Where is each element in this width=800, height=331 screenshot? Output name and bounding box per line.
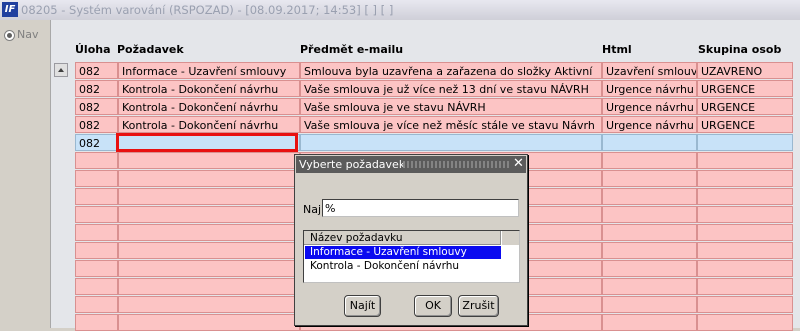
grid-cell-pozadavek[interactable] — [118, 152, 300, 169]
grid-cell-html[interactable] — [602, 188, 697, 205]
grid-cell-pozadavek[interactable] — [118, 314, 300, 331]
grid-cell-skupina[interactable] — [697, 314, 793, 331]
grid-cell-skupina[interactable] — [697, 206, 793, 223]
grid-cell-uloha[interactable]: 082 — [75, 134, 118, 151]
grid-cell-html[interactable] — [602, 170, 697, 187]
header-pozadavek: Požadavek — [117, 43, 184, 56]
grid-cell-skupina[interactable] — [697, 278, 793, 295]
grid-cell-pozadavek[interactable]: Kontrola - Dokončení návrhu — [118, 98, 300, 115]
header-predmet: Předmět e-mailu — [300, 43, 404, 56]
request-listbox[interactable]: Název požadavku Informace - Uzavření sml… — [303, 230, 520, 283]
grid-cell-uloha[interactable]: 082 — [75, 80, 118, 97]
grid-cell-pozadavek[interactable]: Kontrola - Dokončení návrhu — [118, 116, 300, 133]
grid-cell-html[interactable]: Urgence návrhu — [602, 80, 697, 97]
left-panel: Nav — [0, 20, 51, 328]
grid-cell-skupina[interactable] — [697, 170, 793, 187]
grid-cell-skupina[interactable]: URGENCE — [697, 116, 793, 133]
grid-cell-skupina[interactable] — [697, 152, 793, 169]
grid-cell-html[interactable] — [602, 296, 697, 313]
grid-cell-html[interactable]: Uzavření smlouvy — [602, 62, 697, 79]
grid-cell-predmet[interactable]: Smlouva byla uzavřena a zařazena do slož… — [300, 62, 602, 79]
select-request-dialog: Vyberte požadavek ✕ Najít Název požadavk… — [294, 154, 528, 326]
app-icon: IF — [2, 2, 18, 17]
grid-cell-skupina[interactable]: UZAVRENO — [697, 62, 793, 79]
grid-cell-pozadavek[interactable]: Kontrola - Dokončení návrhu — [118, 80, 300, 97]
grid-cell-html[interactable] — [602, 206, 697, 223]
grid-cell-predmet[interactable] — [300, 134, 602, 151]
focused-cell-highlight — [116, 133, 298, 152]
grid-cell-pozadavek[interactable] — [118, 278, 300, 295]
nav-label: Nav — [17, 28, 39, 41]
grid-cell-html[interactable] — [602, 260, 697, 277]
find-button[interactable]: Najít — [344, 295, 381, 317]
list-item-kontrola[interactable]: Kontrola - Dokončení návrhu — [305, 260, 501, 273]
grid-cell-html[interactable] — [602, 134, 697, 151]
grid-cell-html[interactable]: Urgence návrhu — [602, 98, 697, 115]
grid-cell-skupina[interactable]: URGENCE — [697, 80, 793, 97]
grid-cell-pozadavek[interactable] — [118, 260, 300, 277]
list-item-informace[interactable]: Informace - Uzavření smlouvy — [305, 246, 501, 259]
dialog-title-bar[interactable]: Vyberte požadavek ✕ — [296, 156, 526, 173]
grid-cell-skupina[interactable] — [697, 242, 793, 259]
grid-cell-uloha[interactable] — [75, 278, 118, 295]
grid-cell-uloha[interactable] — [75, 296, 118, 313]
list-header-filler — [502, 231, 519, 245]
drag-grip-icon[interactable] — [403, 161, 509, 168]
scroll-up-icon[interactable] — [54, 63, 68, 77]
dialog-title: Vyberte požadavek — [299, 158, 406, 171]
grid-cell-pozadavek[interactable] — [118, 224, 300, 241]
grid-cell-predmet[interactable]: Vaše smlouva je ve stavu NÁVRH — [300, 98, 602, 115]
grid-cell-uloha[interactable] — [75, 170, 118, 187]
grid-cell-uloha[interactable]: 082 — [75, 98, 118, 115]
grid-cell-predmet[interactable]: Vaše smlouva je více než měsíc stále ve … — [300, 116, 602, 133]
window-title: 08205 - Systém varování (RSPOZAD) - [08.… — [21, 3, 394, 17]
grid-cell-html[interactable] — [602, 224, 697, 241]
grid-cell-skupina[interactable] — [697, 224, 793, 241]
ok-button[interactable]: OK — [414, 295, 452, 317]
title-bar: IF 08205 - Systém varování (RSPOZAD) - [… — [0, 0, 800, 21]
grid-cell-skupina[interactable]: URGENCE — [697, 98, 793, 115]
header-uloha: Úloha — [75, 43, 111, 56]
grid-cell-html[interactable] — [602, 242, 697, 259]
grid-cell-uloha[interactable]: 082 — [75, 62, 118, 79]
grid-cell-skupina[interactable] — [697, 188, 793, 205]
grid-cell-uloha[interactable] — [75, 188, 118, 205]
grid-cell-html[interactable]: Urgence návrhu — [602, 116, 697, 133]
nav-radio-icon[interactable] — [4, 30, 15, 41]
grid-cell-uloha[interactable] — [75, 314, 118, 331]
grid-cell-skupina[interactable] — [697, 260, 793, 277]
grid-cell-skupina[interactable] — [697, 134, 793, 151]
close-icon[interactable]: ✕ — [513, 156, 524, 171]
grid-cell-pozadavek[interactable] — [118, 188, 300, 205]
grid-cell-pozadavek[interactable] — [118, 206, 300, 223]
grid-cell-pozadavek[interactable] — [118, 170, 300, 187]
grid-cell-pozadavek[interactable] — [118, 242, 300, 259]
grid-cell-html[interactable] — [602, 152, 697, 169]
grid-cell-predmet[interactable]: Vaše smlouva je už více než 13 dní ve st… — [300, 80, 602, 97]
grid-cell-html[interactable] — [602, 278, 697, 295]
grid-cell-uloha[interactable] — [75, 152, 118, 169]
grid-cell-pozadavek[interactable]: Informace - Uzavření smlouvy — [118, 62, 300, 79]
grid-cell-skupina[interactable] — [697, 296, 793, 313]
grid-cell-uloha[interactable] — [75, 260, 118, 277]
grid-cell-uloha[interactable] — [75, 206, 118, 223]
search-input[interactable] — [322, 199, 519, 217]
grid-cell-uloha[interactable] — [75, 224, 118, 241]
grid-cell-uloha[interactable]: 082 — [75, 116, 118, 133]
grid-cell-html[interactable] — [602, 314, 697, 331]
header-html: Html — [602, 43, 632, 56]
list-column-header[interactable]: Název požadavku — [304, 231, 501, 245]
grid-cell-pozadavek[interactable] — [118, 296, 300, 313]
header-skupina: Skupina osob — [698, 43, 782, 56]
grid-cell-uloha[interactable] — [75, 242, 118, 259]
cancel-button[interactable]: Zrušit — [458, 295, 499, 317]
